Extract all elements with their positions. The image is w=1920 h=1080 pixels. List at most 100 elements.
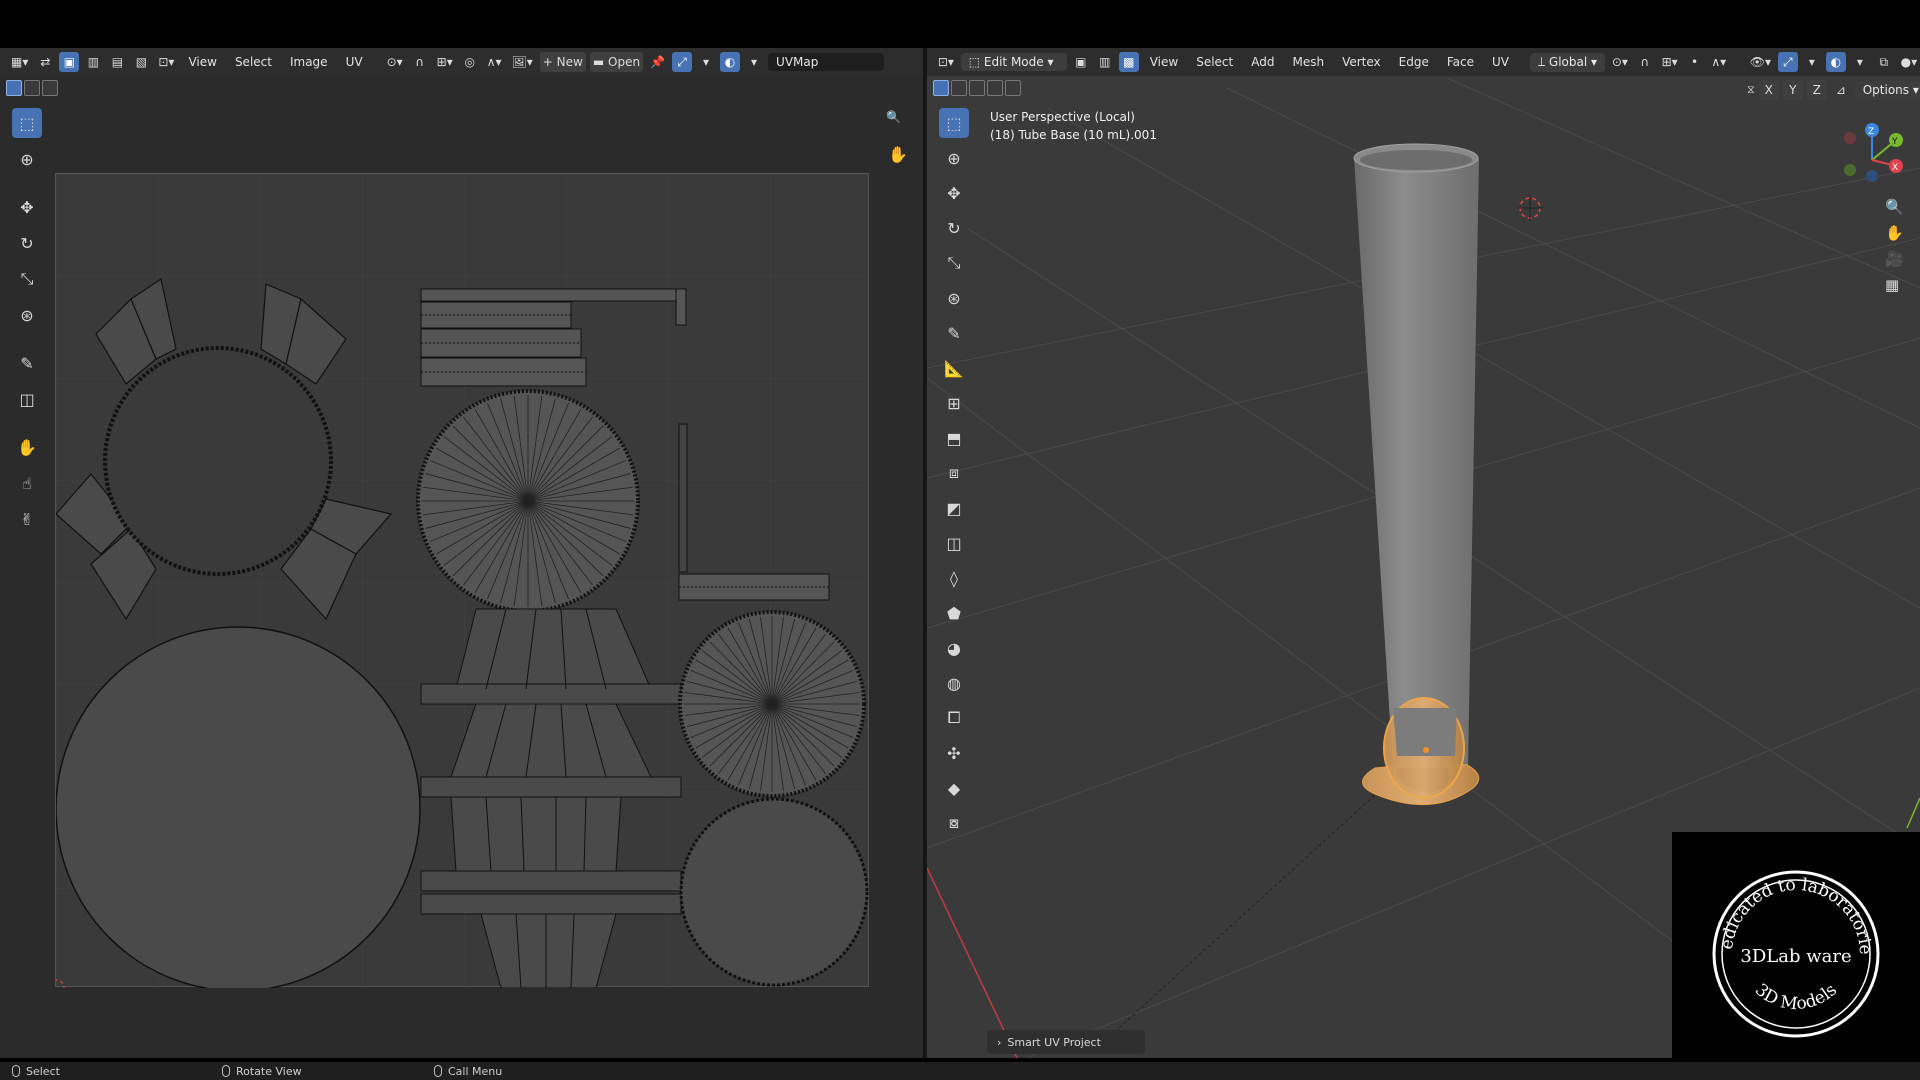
pivot-point-icon[interactable]: ⊙▾ (1609, 52, 1631, 72)
pivot-icon[interactable]: ⊙▾ (384, 52, 406, 72)
image-browse-icon[interactable]: 🖼▾ (509, 52, 536, 72)
orientation-dropdown[interactable]: ⟘ Global ▾ (1530, 52, 1606, 72)
vp-gizmo-icon[interactable]: ⤢ (1777, 52, 1798, 72)
snap-icon[interactable]: ∩ (410, 52, 430, 72)
vp-zoom-icon[interactable]: 🔍 (1885, 198, 1904, 216)
mode-new-icon[interactable] (6, 80, 22, 96)
spin-icon[interactable]: ◕ (939, 633, 969, 663)
annotate-icon[interactable]: ✎ (12, 348, 42, 378)
face-select-icon[interactable]: ▤ (107, 52, 127, 72)
mirror-x-toggle[interactable]: X (1758, 80, 1779, 100)
vp-scale-icon[interactable]: ⤡ (939, 248, 969, 278)
loop-cut-icon[interactable]: ◫ (939, 528, 969, 558)
camera-view-icon[interactable]: 🎥 (1885, 250, 1904, 268)
gizmo-toggle-icon[interactable]: ⤢ (672, 52, 693, 72)
ortho-toggle-icon[interactable]: ▦ (1885, 276, 1904, 294)
uv-canvas[interactable] (47, 173, 870, 997)
vp-mode-extend-icon[interactable] (951, 80, 967, 96)
transform-icon[interactable]: ⊛ (12, 300, 42, 330)
vertex-mode-icon[interactable]: ▣ (1071, 52, 1091, 72)
extrude-icon[interactable]: ⬒ (939, 423, 969, 453)
snap-target-icon[interactable]: ⊞▾ (434, 52, 456, 72)
move-icon[interactable]: ✥ (12, 192, 42, 222)
vp-mode-difference-icon[interactable] (987, 80, 1003, 96)
vp-select-box-icon[interactable]: ⬚ (939, 108, 969, 138)
cursor-icon[interactable]: ⊕ (12, 144, 42, 174)
uv-menu-view[interactable]: View (181, 55, 223, 69)
select-box-icon[interactable]: ⬚ (12, 108, 42, 138)
edge-slide-icon[interactable]: ⧠ (939, 703, 969, 733)
smooth-icon[interactable]: ◍ (939, 668, 969, 698)
shear-icon[interactable]: ◆ (939, 773, 969, 803)
vp-menu-select[interactable]: Select (1189, 55, 1240, 69)
editor-type-icon[interactable]: ▦▾ (8, 52, 31, 72)
vp-overlay-icon[interactable]: ◐ (1825, 52, 1846, 72)
scale-icon[interactable]: ⤡ (12, 264, 42, 294)
shading-icon[interactable]: ●▾ (1898, 52, 1920, 72)
bevel-icon[interactable]: ◩ (939, 493, 969, 523)
overlay-toggle-icon[interactable]: ◐ (720, 52, 741, 72)
pin-icon[interactable]: 📌 (647, 52, 668, 72)
vertex-select-icon[interactable]: ▣ (59, 52, 80, 72)
proportional-edit-icon[interactable]: ◎ (460, 52, 480, 72)
shrink-fatten-icon[interactable]: ✣ (939, 738, 969, 768)
vp-menu-view[interactable]: View (1143, 55, 1185, 69)
rip-region-icon[interactable]: ⧇ (939, 808, 969, 838)
uvmap-field[interactable]: UVMap (768, 53, 885, 71)
overlay-dropdown-icon[interactable]: ▾ (744, 52, 764, 72)
measure-icon[interactable]: 📐 (939, 353, 969, 383)
rotate-icon[interactable]: ↻ (12, 228, 42, 258)
mirror-z-toggle[interactable]: Z (1806, 80, 1827, 100)
vp-mode-subtract-icon[interactable] (969, 80, 985, 96)
uv-sync-icon[interactable]: ⇄ (35, 52, 55, 72)
viewport-editor-type-icon[interactable]: ⊡▾ (935, 52, 957, 72)
mode-dropdown[interactable]: ⬚ Edit Mode ▾ (960, 53, 1067, 71)
rip-icon[interactable]: ◫ (12, 384, 42, 414)
vp-rotate-icon[interactable]: ↻ (939, 213, 969, 243)
navigation-gizmo[interactable]: Z Y X (1832, 120, 1912, 200)
xray-icon[interactable]: ⧉ (1874, 52, 1894, 72)
vp-mode-new-icon[interactable] (933, 80, 949, 96)
vp-transform-icon[interactable]: ⊛ (939, 283, 969, 313)
vp-falloff-icon[interactable]: ∧▾ (1709, 52, 1730, 72)
edge-select-icon[interactable]: ▥ (83, 52, 103, 72)
vp-proportional-icon[interactable]: • (1685, 52, 1705, 72)
visibility-icon[interactable]: 👁▾ (1747, 52, 1774, 72)
mirror-y-toggle[interactable]: Y (1782, 80, 1803, 100)
uv-pan-icon[interactable]: ✋ (888, 145, 908, 164)
vp-overlay-dropdown-icon[interactable]: ▾ (1850, 52, 1870, 72)
vp-menu-uv[interactable]: UV (1485, 55, 1516, 69)
vp-annotate-icon[interactable]: ✎ (939, 318, 969, 348)
vp-menu-add[interactable]: Add (1244, 55, 1281, 69)
vp-snap-target-icon[interactable]: ⊞▾ (1659, 52, 1681, 72)
auto-merge-icon[interactable]: ⊿ (1831, 80, 1851, 100)
new-image-button[interactable]: + New (539, 52, 586, 72)
open-image-button[interactable]: ▬ Open (589, 52, 644, 72)
vp-move-icon[interactable]: ✥ (939, 178, 969, 208)
mode-subtract-icon[interactable] (42, 80, 58, 96)
vp-pan-icon[interactable]: ✋ (1885, 224, 1904, 242)
gizmo-dropdown-icon[interactable]: ▾ (696, 52, 716, 72)
face-mode-icon[interactable]: ▩ (1118, 52, 1139, 72)
grab-icon[interactable]: ✋ (12, 432, 42, 462)
edge-mode-icon[interactable]: ▥ (1095, 52, 1115, 72)
falloff-icon[interactable]: ∧▾ (484, 52, 505, 72)
vp-mode-intersect-icon[interactable] (1005, 80, 1021, 96)
mode-extend-icon[interactable] (24, 80, 40, 96)
last-operator-panel[interactable]: › Smart UV Project (987, 1030, 1145, 1054)
vp-menu-edge[interactable]: Edge (1392, 55, 1436, 69)
uv-menu-uv[interactable]: UV (339, 55, 370, 69)
relax-icon[interactable]: ☝ (12, 468, 42, 498)
add-cube-icon[interactable]: ⊞ (939, 388, 969, 418)
vp-snap-icon[interactable]: ∩ (1635, 52, 1655, 72)
poly-build-icon[interactable]: ⬟ (939, 598, 969, 628)
options-dropdown[interactable]: Options ▾ (1854, 81, 1920, 99)
uv-menu-select[interactable]: Select (228, 55, 279, 69)
sticky-select-icon[interactable]: ⊡▾ (155, 52, 177, 72)
vp-menu-vertex[interactable]: Vertex (1335, 55, 1388, 69)
vp-cursor-icon[interactable]: ⊕ (939, 143, 969, 173)
uv-menu-image[interactable]: Image (283, 55, 335, 69)
island-select-icon[interactable]: ▧ (131, 52, 151, 72)
vp-gizmo-dropdown-icon[interactable]: ▾ (1802, 52, 1822, 72)
knife-icon[interactable]: ◊ (939, 563, 969, 593)
